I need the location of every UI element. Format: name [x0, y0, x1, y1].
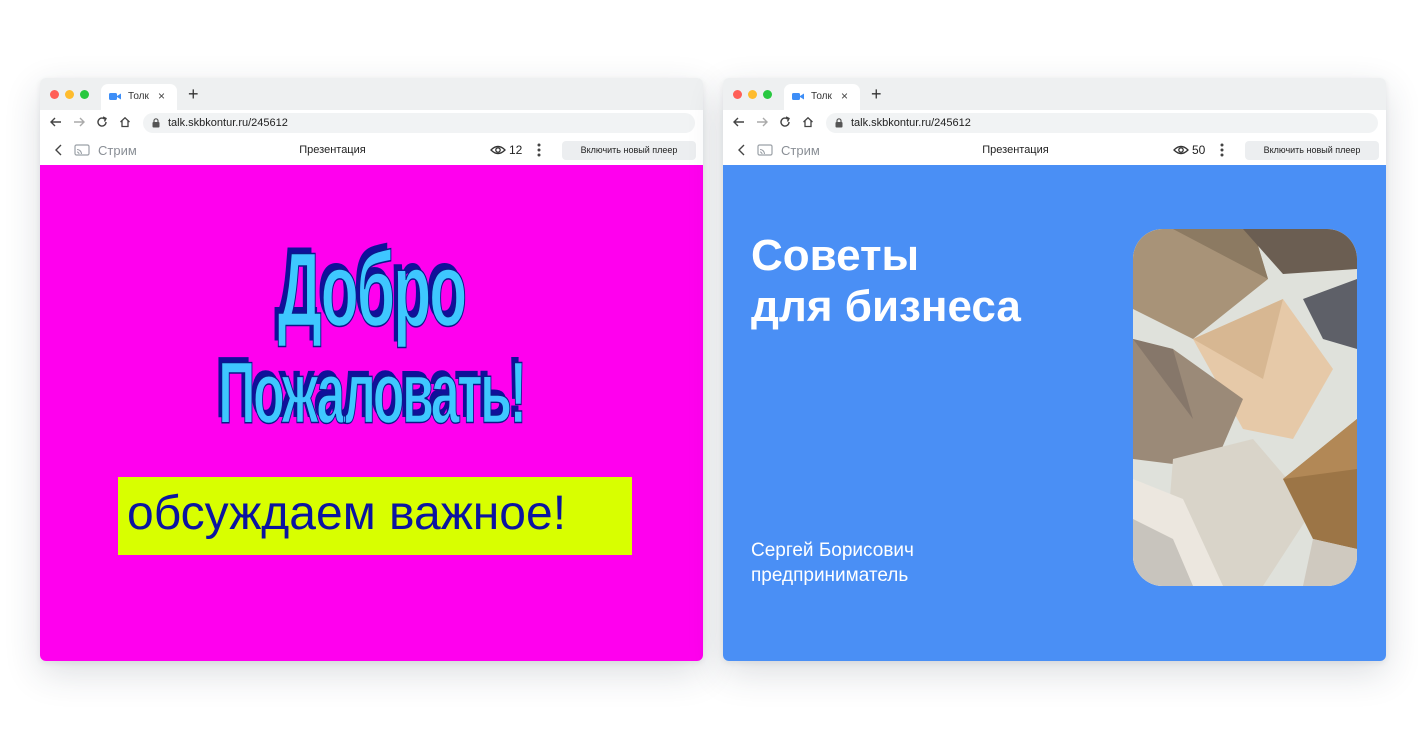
new-tab-button[interactable]: + [871, 84, 882, 104]
address-bar: talk.skbkontur.ru/245612 [723, 110, 1386, 136]
maximize-window-button[interactable] [80, 90, 89, 99]
home-icon[interactable] [118, 115, 132, 129]
forward-arrow-icon[interactable] [72, 115, 86, 129]
video-camera-icon [792, 93, 804, 100]
tab-close-icon[interactable]: × [841, 89, 848, 103]
url-text: talk.skbkontur.ru/245612 [168, 117, 288, 129]
browser-window-2: Толк × + talk.skbkontur.ru/245612 Стрим … [723, 78, 1386, 661]
eye-icon [1173, 145, 1189, 155]
envelopes-image [1133, 229, 1357, 586]
tab-title: Толк [128, 91, 149, 102]
home-icon[interactable] [801, 115, 815, 129]
close-window-button[interactable] [50, 90, 59, 99]
lock-icon [152, 118, 160, 128]
player-toolbar: Стрим Презентация 12 Включить новый плее… [40, 136, 703, 165]
url-text: talk.skbkontur.ru/245612 [851, 117, 971, 129]
viewer-count: 50 [1192, 143, 1206, 157]
tab-bar: Толк × + [40, 78, 703, 110]
slide-title-line1: Советы [751, 231, 920, 280]
reload-icon[interactable] [778, 115, 792, 129]
more-vertical-icon[interactable] [1220, 143, 1224, 157]
subtitle-text: обсуждаем важное! [127, 487, 567, 540]
slide-headline-line1: Добро Добро [166, 226, 577, 349]
maximize-window-button[interactable] [763, 90, 772, 99]
tab-close-icon[interactable]: × [158, 89, 165, 103]
forward-arrow-icon[interactable] [755, 115, 769, 129]
envelopes-photo [1133, 229, 1357, 586]
headline-text: Пожаловать! [218, 344, 527, 442]
address-bar: talk.skbkontur.ru/245612 [40, 110, 703, 136]
player-toolbar: Стрим Презентация 50 Включить новый плее… [723, 136, 1386, 165]
close-window-button[interactable] [733, 90, 742, 99]
more-vertical-icon[interactable] [537, 143, 541, 157]
slide-title: Советы для бизнеса [751, 230, 1021, 332]
headline-text: Добро [277, 231, 467, 349]
slide-content: Добро Добро Пожаловать! Пожаловать! обсу… [40, 165, 703, 661]
minimize-window-button[interactable] [65, 90, 74, 99]
enable-new-player-button[interactable]: Включить новый плеер [562, 141, 696, 160]
slide-headline-line2: Пожаловать! Пожаловать! [186, 340, 557, 442]
new-tab-button[interactable]: + [188, 84, 199, 104]
back-arrow-icon[interactable] [49, 115, 63, 129]
tab-title: Толк [811, 91, 832, 102]
browser-tab[interactable]: Толк × [784, 84, 860, 110]
minimize-window-button[interactable] [748, 90, 757, 99]
url-field[interactable]: talk.skbkontur.ru/245612 [826, 113, 1378, 133]
browser-tab[interactable]: Толк × [101, 84, 177, 110]
lock-icon [835, 118, 843, 128]
url-field[interactable]: talk.skbkontur.ru/245612 [143, 113, 695, 133]
slide-title-line2: для бизнеса [751, 282, 1021, 331]
enable-new-player-button[interactable]: Включить новый плеер [1245, 141, 1379, 160]
subtitle-box: обсуждаем важное! [118, 477, 632, 555]
back-arrow-icon[interactable] [732, 115, 746, 129]
reload-icon[interactable] [95, 115, 109, 129]
slide-content: Советы для бизнеса Сергей Борисович пред… [723, 165, 1386, 661]
speaker-role: предприниматель [751, 565, 909, 586]
tab-bar: Толк × + [723, 78, 1386, 110]
eye-icon [490, 145, 506, 155]
speaker-name: Сергей Борисович [751, 540, 914, 561]
viewer-count: 12 [509, 143, 523, 157]
video-camera-icon [109, 93, 121, 100]
browser-window-1: Толк × + talk.skbkontur.ru/245612 Стрим … [40, 78, 703, 661]
